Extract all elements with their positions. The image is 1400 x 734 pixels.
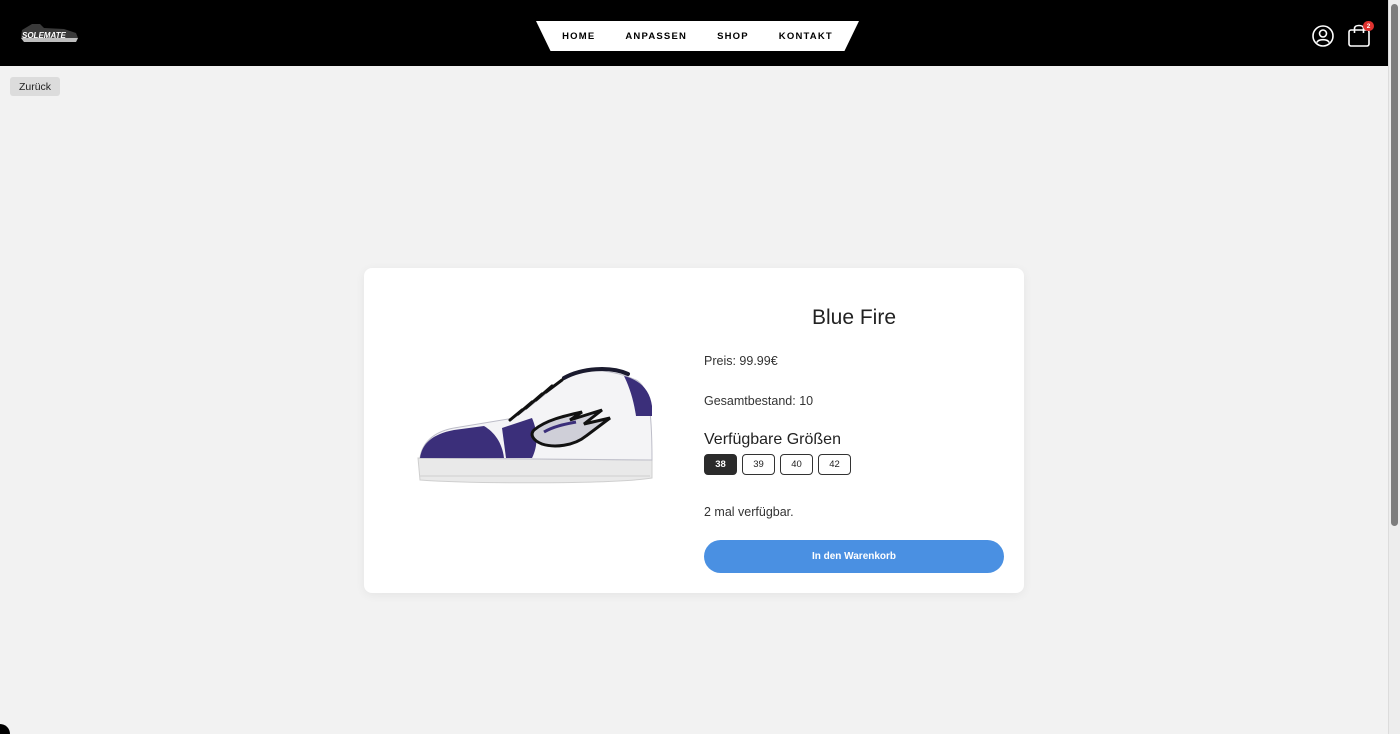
back-button[interactable]: Zurück [10, 77, 60, 96]
nav-home[interactable]: HOME [562, 31, 595, 42]
main-nav: HOME ANPASSEN SHOP KONTAKT [536, 21, 859, 51]
window-corner [0, 724, 10, 734]
nav-kontakt[interactable]: KONTAKT [779, 31, 833, 42]
product-image [417, 367, 653, 484]
svg-text:SOLEMATE: SOLEMATE [22, 31, 67, 40]
product-card: Blue Fire Preis: 99.99€ Gesamtbestand: 1… [364, 268, 1024, 593]
nav-shop[interactable]: SHOP [717, 31, 749, 42]
user-circle-icon[interactable] [1312, 25, 1334, 47]
sizes-heading: Verfügbare Größen [704, 431, 841, 448]
scrollbar-thumb[interactable] [1391, 4, 1398, 526]
nav-anpassen[interactable]: ANPASSEN [625, 31, 687, 42]
size-option-38[interactable]: 38 [704, 454, 737, 475]
site-header: SOLEMATE HOME ANPASSEN SHOP KONTAKT 2 [0, 0, 1388, 66]
availability-text: 2 mal verfügbar. [704, 505, 794, 519]
add-to-cart-button[interactable]: In den Warenkorb [704, 540, 1004, 573]
scrollbar[interactable] [1388, 0, 1400, 734]
size-option-39[interactable]: 39 [742, 454, 775, 475]
size-option-40[interactable]: 40 [780, 454, 813, 475]
cart-count-badge: 2 [1363, 21, 1374, 31]
product-price: Preis: 99.99€ [704, 354, 778, 368]
size-option-42[interactable]: 42 [818, 454, 851, 475]
solemate-logo[interactable]: SOLEMATE [18, 18, 82, 46]
product-stock: Gesamtbestand: 10 [704, 394, 814, 408]
size-selector: 38 39 40 42 [704, 454, 851, 475]
product-title: Blue Fire [811, 306, 897, 329]
